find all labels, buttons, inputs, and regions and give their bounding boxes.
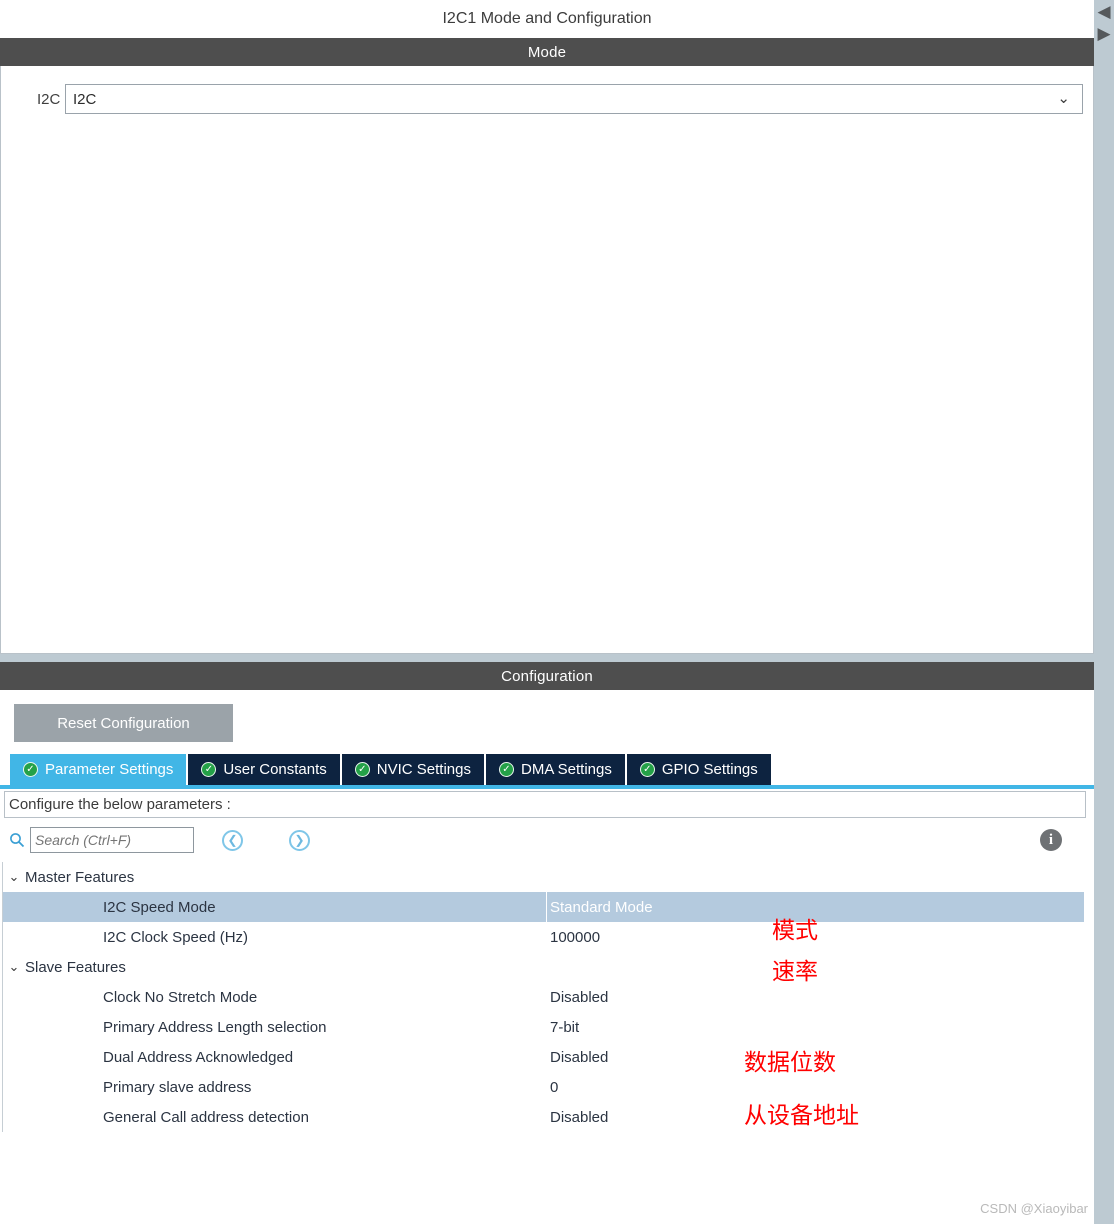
check-circle-icon: ✓	[499, 762, 514, 777]
tree-row-primary-slave-address[interactable]: Primary slave address 0	[3, 1072, 1084, 1102]
configuration-body: Reset Configuration ✓ Parameter Settings…	[0, 690, 1094, 1132]
parameter-name: General Call address detection	[103, 1108, 309, 1126]
i2c-mode-value: I2C	[73, 90, 97, 108]
tree-row-i2c-clock-speed[interactable]: I2C Clock Speed (Hz) 100000	[3, 922, 1084, 952]
tree-row-i2c-speed-mode[interactable]: I2C Speed Mode Standard Mode	[3, 892, 1084, 922]
parameter-value[interactable]: Disabled	[550, 989, 608, 1006]
check-circle-icon: ✓	[639, 762, 655, 777]
reset-button-wrap: Reset Configuration	[0, 690, 1094, 754]
mode-panel: I2C I2C ⌄	[0, 66, 1094, 654]
check-circle-icon: ✓	[201, 762, 217, 777]
i2c-configuration-window: ◀ ▶ I2C1 Mode and Configuration Mode I2C…	[0, 0, 1114, 1224]
reset-configuration-button[interactable]: Reset Configuration	[14, 704, 233, 742]
parameter-tree: ⌄ Master Features I2C Speed Mode Standar…	[2, 862, 1084, 1132]
tree-row-primary-address-length-selection[interactable]: Primary Address Length selection 7-bit	[3, 1012, 1084, 1042]
watermark: CSDN @Xiaoyibar	[980, 1201, 1088, 1216]
tab-dma-settings[interactable]: ✓ DMA Settings	[486, 754, 627, 785]
panel-gap-strip	[0, 654, 1094, 662]
tab-label: Parameter Settings	[45, 761, 174, 778]
parameter-name: Dual Address Acknowledged	[103, 1048, 294, 1066]
tree-row-dual-address-acknowledged[interactable]: Dual Address Acknowledged Disabled	[3, 1042, 1084, 1072]
search-prev-button[interactable]: ❮	[222, 829, 243, 851]
tree-group-master-features[interactable]: ⌄ Master Features	[3, 862, 1084, 892]
tab-label: DMA Settings	[521, 761, 612, 778]
chevron-down-icon: ⌄	[1057, 90, 1070, 108]
parameter-name: Clock No Stretch Mode	[103, 988, 258, 1006]
chevron-expanded-icon[interactable]: ⌄	[3, 959, 25, 975]
tab-label: NVIC Settings	[376, 761, 471, 778]
content-column: I2C1 Mode and Configuration Mode I2C I2C…	[0, 0, 1094, 1224]
mode-row: I2C I2C ⌄	[1, 66, 1093, 114]
tab-parameter-settings[interactable]: ✓ Parameter Settings	[10, 754, 189, 785]
search-icon	[8, 831, 26, 849]
settings-tabbar: ✓ Parameter Settings ✓ User Constants ✓ …	[0, 754, 1094, 785]
parameter-value[interactable]: 7-bit	[550, 1019, 579, 1036]
tree-group-label: Slave Features	[25, 958, 126, 976]
parameter-name: Primary Address Length selection	[103, 1018, 327, 1036]
tree-row-clock-no-stretch-mode[interactable]: Clock No Stretch Mode Disabled	[3, 982, 1084, 1012]
tree-group-label: Master Features	[25, 868, 135, 886]
tab-label: User Constants	[223, 761, 327, 778]
i2c-label: I2C	[37, 90, 61, 108]
search-next-button[interactable]: ❯	[289, 829, 310, 851]
right-scroll-strip[interactable]: ◀ ▶	[1094, 0, 1114, 1224]
tab-underline	[0, 785, 1094, 789]
parameter-name: I2C Speed Mode	[103, 898, 216, 916]
search-input[interactable]	[30, 827, 194, 853]
check-circle-icon: ✓	[354, 762, 370, 777]
chevron-expanded-icon[interactable]: ⌄	[3, 869, 25, 885]
configuration-section-header: Configuration	[0, 662, 1094, 690]
expand-right-arrow-icon[interactable]: ▶	[1095, 22, 1113, 44]
tab-nvic-settings[interactable]: ✓ NVIC Settings	[341, 754, 486, 785]
check-circle-icon: ✓	[23, 762, 38, 777]
search-row: ❮ ❯ i	[0, 818, 1094, 862]
tree-group-slave-features[interactable]: ⌄ Slave Features	[3, 952, 1084, 982]
i2c-mode-dropdown[interactable]: I2C ⌄	[65, 84, 1083, 114]
parameter-value[interactable]: 0	[550, 1079, 558, 1096]
info-icon[interactable]: i	[1040, 829, 1062, 851]
parameter-value[interactable]: Disabled	[550, 1049, 608, 1066]
column-divider	[546, 892, 547, 922]
parameter-name: Primary slave address	[103, 1078, 252, 1096]
parameter-name: I2C Clock Speed (Hz)	[103, 928, 249, 946]
tab-user-constants[interactable]: ✓ User Constants	[188, 754, 342, 785]
parameter-value[interactable]: 100000	[550, 929, 600, 946]
page-title: I2C1 Mode and Configuration	[0, 0, 1094, 38]
tab-gpio-settings[interactable]: ✓ GPIO Settings	[626, 754, 773, 785]
mode-section-header: Mode	[0, 38, 1094, 66]
instruction-bar: Configure the below parameters :	[4, 791, 1086, 818]
parameter-value[interactable]: Standard Mode	[550, 899, 653, 916]
parameter-value[interactable]: Disabled	[550, 1109, 608, 1126]
collapse-left-arrow-icon[interactable]: ◀	[1095, 0, 1113, 22]
tree-row-general-call-address-detection[interactable]: General Call address detection Disabled	[3, 1102, 1084, 1132]
tab-label: GPIO Settings	[661, 761, 758, 778]
